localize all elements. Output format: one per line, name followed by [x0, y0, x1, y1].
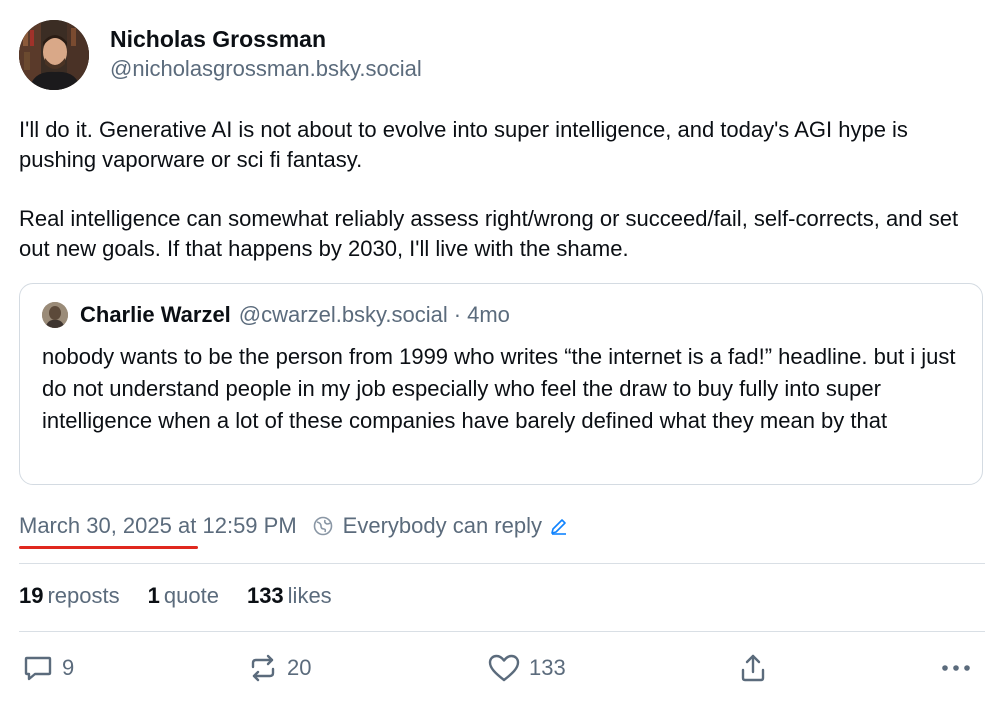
reply-icon — [24, 656, 52, 681]
repost-count: 20 — [287, 655, 312, 680]
more-options-button[interactable] — [939, 652, 973, 684]
repost-icon — [251, 654, 275, 682]
likes-label: likes — [287, 583, 332, 608]
engagement-stats: 19 reposts 1 quote 133 likes — [19, 583, 360, 609]
share-icon — [741, 654, 765, 682]
like-count: 133 — [529, 655, 566, 680]
quotes-label: quote — [163, 583, 219, 608]
post-author: Nicholas Grossman @nicholasgrossman.bsky… — [19, 20, 422, 90]
post-body: I'll do it. Generative AI is not about t… — [19, 115, 979, 264]
post-meta: March 30, 2025 at 12:59 PM Everybody can… — [19, 513, 569, 539]
post-paragraph: Real intelligence can somewhat reliably … — [19, 206, 959, 261]
like-icon — [488, 654, 520, 682]
reply-setting-label: Everybody can reply — [342, 513, 542, 538]
author-display-name[interactable]: Nicholas Grossman — [110, 26, 422, 52]
reposts-stat[interactable]: 19 reposts — [19, 583, 120, 609]
reply-button[interactable]: 9 — [22, 652, 74, 684]
reposts-label: reposts — [47, 583, 120, 608]
post-date-value: March 30, 2025 — [19, 513, 172, 538]
repost-button[interactable]: 20 — [247, 652, 311, 684]
post-paragraph: I'll do it. Generative AI is not about t… — [19, 117, 908, 172]
likes-count: 133 — [246, 583, 284, 608]
pencil-icon[interactable] — [549, 516, 569, 536]
quoted-post-text: nobody wants to be the person from 1999 … — [42, 344, 956, 433]
reposts-count: 19 — [19, 583, 44, 608]
post-date: March 30, 2025 at 12:59 PM — [19, 513, 297, 539]
more-icon — [942, 665, 970, 671]
post-actions: 9 20 133 — [19, 652, 985, 692]
globe-icon — [313, 516, 332, 536]
divider — [19, 631, 985, 632]
reply-count: 9 — [62, 655, 75, 680]
divider — [19, 563, 985, 564]
likes-stat[interactable]: 133 likes — [247, 583, 332, 609]
quoted-post-time: 4mo — [467, 302, 510, 327]
quoted-author-handle: @cwarzel.bsky.social — [238, 302, 448, 327]
separator-dot: · — [453, 302, 462, 327]
quoted-author-name: Charlie Warzel — [80, 302, 231, 327]
post-date-at: at — [178, 513, 197, 538]
quoted-post[interactable]: Charlie Warzel @cwarzel.bsky.social · 4m… — [19, 283, 983, 485]
share-button[interactable] — [737, 652, 769, 684]
reply-setting[interactable]: Everybody can reply — [313, 513, 569, 539]
author-handle[interactable]: @nicholasgrossman.bsky.social — [110, 54, 422, 84]
like-button[interactable]: 133 — [487, 652, 566, 684]
quotes-stat[interactable]: 1 quote — [148, 583, 219, 609]
date-underline — [19, 546, 198, 549]
author-avatar[interactable] — [19, 20, 89, 90]
quotes-count: 1 — [147, 583, 160, 608]
post-time-value: 12:59 PM — [202, 513, 297, 538]
quoted-author-avatar — [42, 302, 68, 328]
